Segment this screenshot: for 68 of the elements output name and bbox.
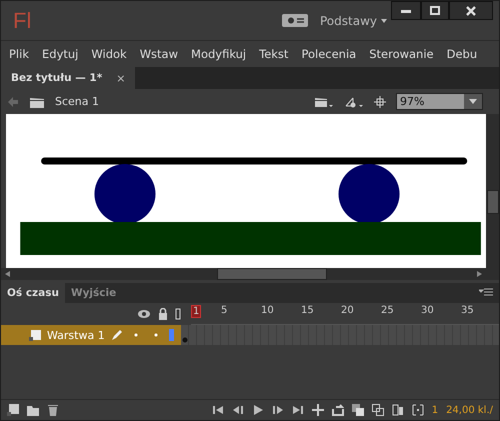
- current-frame[interactable]: 1: [432, 404, 438, 416]
- new-layer-icon[interactable]: [7, 404, 19, 416]
- frame-number: 15: [300, 305, 315, 316]
- menu-item[interactable]: Sterowanie: [361, 47, 439, 61]
- frame-number: 35: [460, 305, 475, 316]
- loop-icon[interactable]: [332, 404, 344, 416]
- caret-icon[interactable]: [381, 18, 387, 22]
- close-icon: [466, 6, 476, 16]
- frame-number: 20: [340, 305, 355, 316]
- workspace-sync-icon[interactable]: [282, 14, 308, 27]
- shapes-icon[interactable]: [344, 96, 364, 108]
- folder-icon[interactable]: [27, 404, 39, 416]
- outline-icon[interactable]: [175, 308, 181, 320]
- minimize-button[interactable]: [391, 1, 421, 20]
- close-tab-button[interactable]: ×: [116, 72, 126, 84]
- panel-tab[interactable]: Oś czasu: [1, 283, 65, 303]
- crosshair-icon[interactable]: [374, 96, 386, 108]
- onion-outline-icon[interactable]: [372, 404, 384, 416]
- menu-item[interactable]: Tekst: [251, 47, 294, 61]
- caret-icon: [469, 99, 477, 104]
- menu-item[interactable]: Polecenia: [293, 47, 362, 61]
- last-frame-icon[interactable]: [292, 404, 304, 416]
- pencil-icon[interactable]: [110, 329, 123, 341]
- first-frame-icon[interactable]: [212, 404, 224, 416]
- scroll-right-icon[interactable]: [477, 271, 482, 277]
- panel-menu-icon[interactable]: [479, 288, 493, 298]
- clapperboard-icon[interactable]: [29, 96, 45, 108]
- menu-item[interactable]: Widok: [83, 47, 132, 61]
- vertical-scrollbar-thumb[interactable]: [487, 190, 499, 214]
- trash-icon[interactable]: [47, 404, 59, 416]
- document-title: Bez tytułu — 1*: [11, 72, 102, 84]
- onion-skin-icon[interactable]: [352, 404, 364, 416]
- play-icon[interactable]: [252, 404, 264, 416]
- menu-item[interactable]: Wstaw: [132, 47, 184, 61]
- layer-icon[interactable]: [29, 329, 41, 341]
- maximize-icon: [430, 6, 440, 15]
- next-frame-icon[interactable]: [272, 404, 284, 416]
- horizontal-scrollbar-thumb[interactable]: [217, 268, 327, 280]
- stage-canvas[interactable]: [6, 114, 486, 268]
- maximize-button[interactable]: [421, 1, 449, 20]
- edit-frames-icon[interactable]: [392, 404, 404, 416]
- document-tab[interactable]: Bez tytułu — 1* ×: [1, 67, 136, 89]
- menu-item[interactable]: Modyfikuj: [183, 47, 252, 61]
- workspace-switcher[interactable]: Podstawy: [320, 14, 377, 28]
- lock-icon[interactable]: [158, 308, 168, 320]
- frame-number: 25: [380, 305, 395, 316]
- eye-icon[interactable]: [137, 309, 151, 319]
- frame-number: 5: [220, 305, 228, 316]
- menu-item[interactable]: Edytuj: [34, 47, 84, 61]
- close-button[interactable]: [449, 1, 493, 20]
- frame-rate[interactable]: 24,00 kl./: [446, 404, 493, 416]
- menu-item[interactable]: Debu: [438, 47, 482, 61]
- minimize-icon: [401, 8, 411, 12]
- zoom-dropdown[interactable]: 97%: [396, 93, 483, 110]
- app-logo: Fl: [13, 8, 32, 34]
- previous-frame-icon[interactable]: [232, 404, 244, 416]
- frame-number: 1: [191, 305, 202, 318]
- scene-label: Scena 1: [55, 95, 100, 108]
- frame-number: 30: [420, 305, 435, 316]
- center-frame-icon[interactable]: [312, 404, 324, 416]
- layer-row[interactable]: Warstwa 1: [1, 325, 181, 345]
- clapperboard-icon[interactable]: [314, 96, 334, 108]
- frame-number: 10: [260, 305, 275, 316]
- onion-markers-icon[interactable]: [412, 404, 424, 416]
- menu-item[interactable]: Plik: [1, 47, 34, 61]
- scroll-left-icon[interactable]: [5, 271, 10, 277]
- layer-color-swatch-icon[interactable]: [168, 329, 175, 341]
- layer-name: Warstwa 1: [47, 328, 105, 342]
